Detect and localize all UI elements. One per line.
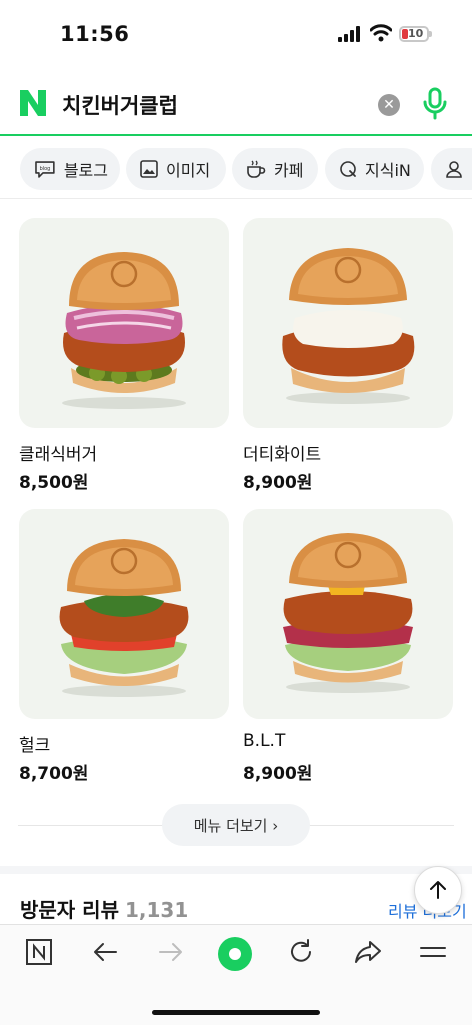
menu-more-button[interactable]: 메뉴 더보기 › bbox=[162, 804, 310, 846]
signal-icon bbox=[338, 26, 360, 42]
burger-image bbox=[243, 218, 453, 428]
microphone-icon[interactable] bbox=[422, 87, 448, 121]
clear-icon[interactable]: ✕ bbox=[378, 94, 400, 116]
menu-card[interactable]: 클래식버거 8,500원 bbox=[19, 218, 229, 493]
battery-level: 10 bbox=[408, 27, 424, 40]
person-icon bbox=[446, 161, 462, 178]
tab-image[interactable]: 이미지 bbox=[126, 148, 226, 190]
tab-person[interactable] bbox=[431, 148, 472, 190]
search-bar: 치킨버거클럽 ✕ bbox=[0, 70, 472, 136]
clock: 11:56 bbox=[60, 22, 130, 46]
tab-label: 이미지 bbox=[166, 161, 211, 180]
scroll-top-button[interactable] bbox=[414, 866, 462, 914]
burger-image bbox=[19, 218, 229, 428]
review-title: 방문자 리뷰 bbox=[20, 898, 119, 922]
refresh-icon[interactable] bbox=[288, 939, 314, 965]
menu-card[interactable]: B.L.T 8,900원 bbox=[243, 509, 453, 784]
menu-name: B.L.T bbox=[243, 731, 286, 751]
review-section-title: 방문자 리뷰 1,131 bbox=[20, 894, 188, 923]
svg-text:blog: blog bbox=[40, 166, 51, 172]
status-bar: 11:56 10 bbox=[0, 0, 472, 70]
home-indicator bbox=[152, 1010, 320, 1015]
tab-blog[interactable]: blog 블로그 bbox=[20, 148, 120, 190]
tab-label: 지식iN bbox=[365, 161, 411, 180]
green-dot-icon[interactable] bbox=[217, 936, 253, 972]
share-icon[interactable] bbox=[354, 939, 382, 965]
wifi-icon bbox=[370, 24, 392, 42]
forward-icon[interactable] bbox=[158, 939, 184, 965]
section-separator bbox=[0, 866, 472, 874]
menu-icon[interactable] bbox=[420, 939, 446, 965]
tab-label: 카페 bbox=[274, 161, 304, 180]
blog-icon: blog bbox=[35, 161, 55, 178]
menu-name: 헐크 bbox=[19, 736, 51, 756]
arrow-up-icon bbox=[430, 881, 446, 899]
search-category-tabs: blog 블로그 이미지 카페 지식iN bbox=[0, 140, 472, 199]
image-icon bbox=[140, 160, 158, 178]
cafe-icon bbox=[247, 160, 266, 178]
menu-price: 8,900원 bbox=[243, 764, 313, 784]
tab-cafe[interactable]: 카페 bbox=[232, 148, 318, 190]
review-count: 1,131 bbox=[124, 898, 189, 922]
knowledge-icon bbox=[340, 161, 356, 177]
menu-name: 클래식버거 bbox=[19, 445, 98, 465]
menu-card[interactable]: 더티화이트 8,900원 bbox=[243, 218, 453, 493]
battery-icon: 10 bbox=[399, 26, 432, 42]
naver-logo-icon[interactable] bbox=[18, 88, 48, 118]
burger-image bbox=[243, 509, 453, 719]
menu-price: 8,500원 bbox=[19, 473, 89, 493]
search-query[interactable]: 치킨버거클럽 bbox=[62, 90, 178, 120]
menu-name: 더티화이트 bbox=[243, 445, 322, 465]
tab-knowledge-in[interactable]: 지식iN bbox=[325, 148, 424, 190]
naver-home-icon[interactable] bbox=[26, 939, 52, 965]
tab-label: 블로그 bbox=[63, 161, 108, 180]
menu-price: 8,700원 bbox=[19, 764, 89, 784]
back-icon[interactable] bbox=[92, 939, 118, 965]
burger-image bbox=[19, 509, 229, 719]
menu-price: 8,900원 bbox=[243, 473, 313, 493]
menu-card[interactable]: 헐크 8,700원 bbox=[19, 509, 229, 784]
